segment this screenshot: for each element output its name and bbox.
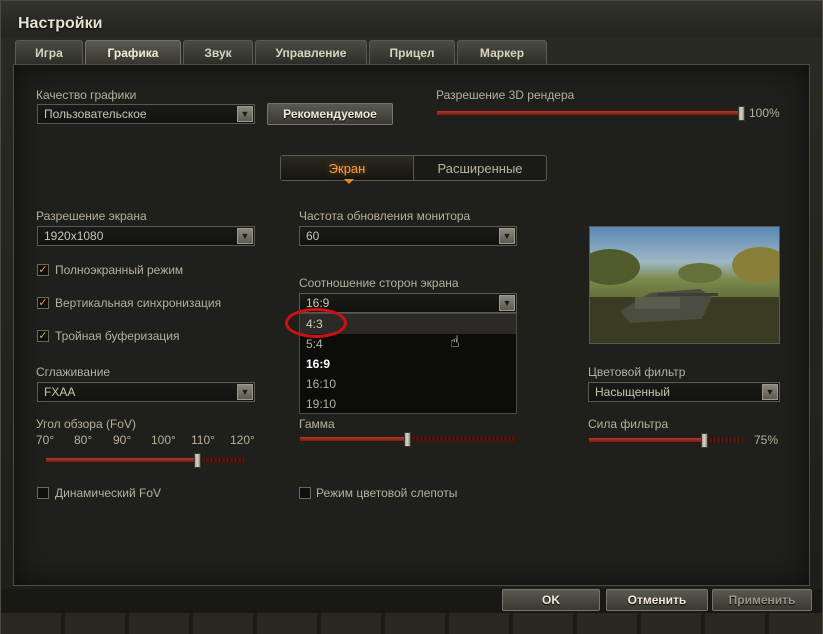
color-filter-select[interactable]: Насыщенный ▼ xyxy=(588,382,780,402)
refresh-label: Частота обновления монитора xyxy=(299,209,471,223)
subtab-advanced[interactable]: Расширенные xyxy=(414,156,546,180)
dynamic-fov-label: Динамический FoV xyxy=(55,486,162,500)
fov-thumb[interactable] xyxy=(194,453,202,468)
tab-graphics[interactable]: Графика xyxy=(85,40,181,64)
fov-fill xyxy=(46,458,199,462)
fov-tick: 80° xyxy=(74,433,93,447)
fullscreen-label: Полноэкранный режим xyxy=(55,263,184,277)
apply-button[interactable]: Применить xyxy=(712,589,812,611)
fullscreen-checkbox[interactable]: ✓ xyxy=(37,264,49,276)
tab-game[interactable]: Игра xyxy=(15,40,83,64)
render-res-label: Разрешение 3D рендера xyxy=(436,88,575,102)
chevron-down-icon: ▼ xyxy=(237,106,253,122)
highlight-ring-annotation xyxy=(285,308,347,338)
colorblind-checkbox[interactable] xyxy=(299,487,311,499)
chevron-down-icon: ▼ xyxy=(499,295,515,311)
window-title: Настройки xyxy=(18,15,103,32)
ok-button[interactable]: OK xyxy=(502,589,600,611)
gamma-fill xyxy=(300,437,408,441)
triple-buffer-checkbox[interactable]: ✓ xyxy=(37,330,49,342)
chevron-down-icon: ▼ xyxy=(499,228,515,244)
tank-landscape-illustration xyxy=(590,247,779,343)
settings-window: Настройки Игра Графика Звук Управление П… xyxy=(0,0,823,634)
aspect-option-19-10[interactable]: 19:10 xyxy=(300,394,516,414)
refresh-select[interactable]: 60 ▼ xyxy=(299,226,517,246)
vsync-label: Вертикальная синхронизация xyxy=(55,296,222,310)
fov-tick: 120° xyxy=(230,433,255,447)
aspect-option-16-10[interactable]: 16:10 xyxy=(300,374,516,394)
filter-strength-slider[interactable] xyxy=(588,433,744,448)
resolution-label: Разрешение экрана xyxy=(36,209,147,223)
recommended-button[interactable]: Рекомендуемое xyxy=(267,103,393,125)
fov-tick: 90° xyxy=(113,433,132,447)
active-subtab-caret-icon xyxy=(344,179,354,184)
gamma-label: Гамма xyxy=(299,417,335,431)
filter-strength-value: 75% xyxy=(754,433,779,447)
chevron-down-icon: ▼ xyxy=(762,384,778,400)
dynamic-fov-checkbox[interactable] xyxy=(37,487,49,499)
subtab-screen[interactable]: Экран xyxy=(281,156,414,180)
cancel-button[interactable]: Отменить xyxy=(606,589,708,611)
filter-strength-fill xyxy=(589,438,705,442)
vsync-checkbox[interactable]: ✓ xyxy=(37,297,49,309)
filter-strength-thumb[interactable] xyxy=(700,433,708,448)
gamma-thumb[interactable] xyxy=(404,432,411,447)
screen-subtabs: Экран Расширенные xyxy=(280,155,547,181)
render-res-fill xyxy=(437,111,742,115)
tab-crosshair[interactable]: Прицел xyxy=(369,40,455,64)
tab-sound[interactable]: Звук xyxy=(183,40,253,64)
quality-select[interactable]: Пользовательское ▼ xyxy=(37,104,255,124)
settings-panel: Качество графики Пользовательское ▼ Реко… xyxy=(13,64,810,586)
render-res-thumb[interactable] xyxy=(738,106,745,121)
color-filter-label: Цветовой фильтр xyxy=(588,365,686,379)
resolution-value: 1920x1080 xyxy=(44,229,104,243)
aspect-option-16-9[interactable]: 16:9 xyxy=(300,354,516,374)
antialias-label: Сглаживание xyxy=(36,365,111,379)
color-filter-value: Насыщенный xyxy=(595,385,670,399)
quality-value: Пользовательское xyxy=(44,107,147,121)
fov-tick: 110° xyxy=(191,433,215,447)
tab-marker[interactable]: Маркер xyxy=(457,40,547,64)
resolution-select[interactable]: 1920x1080 ▼ xyxy=(37,226,255,246)
mouse-pointer-icon: ☝ xyxy=(450,334,460,351)
gamma-slider[interactable] xyxy=(299,432,517,447)
chevron-down-icon: ▼ xyxy=(237,384,253,400)
antialias-value: FXAA xyxy=(44,385,76,399)
triple-buffer-label: Тройная буферизация xyxy=(55,329,180,343)
tank-carousel-strip xyxy=(1,613,822,634)
fov-slider[interactable] xyxy=(45,453,245,468)
colorblind-label: Режим цветовой слепоты xyxy=(316,486,458,500)
render-res-value: 100% xyxy=(749,106,780,120)
chevron-down-icon: ▼ xyxy=(237,228,253,244)
quality-label: Качество графики xyxy=(36,88,137,102)
render-res-slider[interactable] xyxy=(436,106,745,121)
fov-label: Угол обзора (FoV) xyxy=(36,417,136,431)
refresh-value: 60 xyxy=(306,229,320,243)
fov-tick: 100° xyxy=(151,433,176,447)
fov-tick: 70° xyxy=(36,433,55,447)
aspect-label: Соотношение сторон экрана xyxy=(299,276,459,290)
aspect-option-5-4[interactable]: 5:4 xyxy=(300,334,516,354)
filter-strength-label: Сила фильтра xyxy=(588,417,669,431)
filter-preview-image xyxy=(589,226,780,344)
antialias-select[interactable]: FXAA ▼ xyxy=(37,382,255,402)
tab-controls[interactable]: Управление xyxy=(255,40,367,64)
main-tabs: Игра Графика Звук Управление Прицел Марк… xyxy=(15,40,549,64)
title-bar: Настройки xyxy=(1,1,822,37)
